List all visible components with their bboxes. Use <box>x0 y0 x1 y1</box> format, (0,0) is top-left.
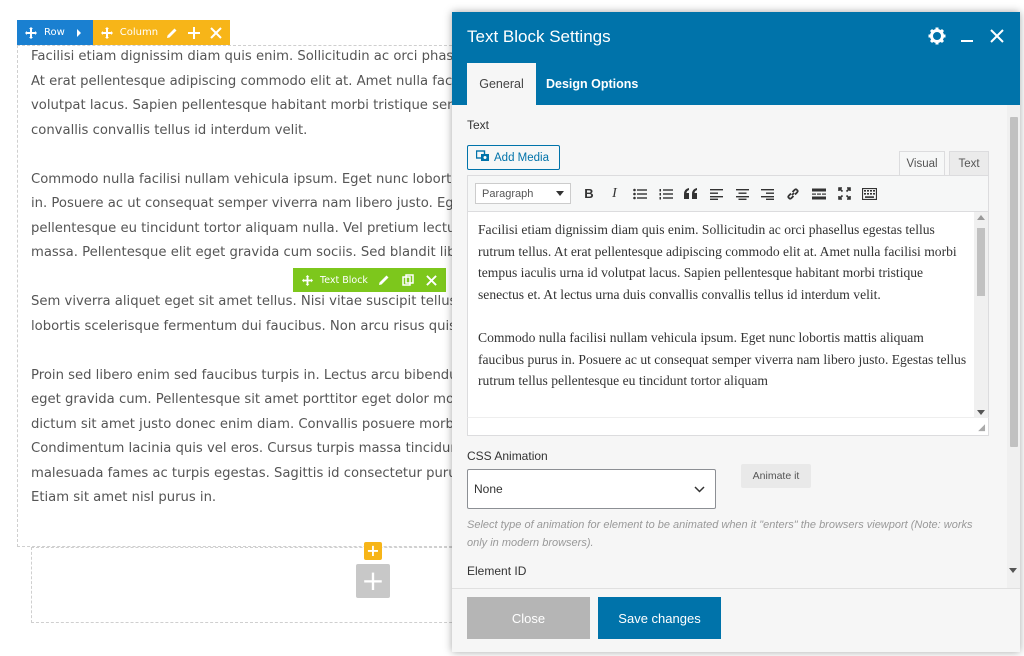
modal-scrollbar[interactable] <box>1007 105 1020 588</box>
pencil-icon[interactable] <box>164 25 180 41</box>
move-arrows-icon <box>23 25 39 41</box>
tab-visual[interactable]: Visual <box>899 151 945 175</box>
modal-header-icons <box>928 27 1006 45</box>
editor-paragraph: Facilisi etiam dignissim diam quis enim.… <box>478 222 957 302</box>
row-move-handle[interactable]: Row <box>23 25 65 41</box>
plus-icon[interactable] <box>186 25 202 41</box>
animation-help-text: Select type of animation for element to … <box>467 519 973 549</box>
page-scroll-down-arrow-icon[interactable] <box>1009 568 1017 573</box>
add-element-plus-icon[interactable]: + <box>356 564 390 598</box>
media-icon <box>475 149 490 166</box>
builder-text-line: Facilisi etiam dignissim diam quis enim.… <box>31 49 461 64</box>
format-select[interactable]: Paragraph <box>475 183 571 204</box>
align-center-icon[interactable] <box>730 182 754 206</box>
editor-toolbar: Paragraph B I <box>467 175 989 212</box>
builder-text-line: Commodo nulla facilisi nullam vehicula i… <box>31 171 461 187</box>
close-icon[interactable] <box>988 27 1006 45</box>
move-arrows-icon <box>99 25 115 41</box>
tab-text[interactable]: Text <box>949 151 989 175</box>
builder-text-line: Etiam sit amet nisl purus in. <box>31 490 217 505</box>
editor-scrollbar[interactable] <box>974 212 988 417</box>
builder-text-line: lobortis scelerisque fermentum dui fauci… <box>31 318 461 334</box>
fullscreen-icon[interactable] <box>832 182 856 206</box>
add-media-button[interactable]: Add Media <box>467 145 560 170</box>
text-block-label: Text Block <box>320 274 368 286</box>
add-media-label: Add Media <box>494 151 549 164</box>
minimize-icon[interactable] <box>958 27 976 45</box>
editor-content-area[interactable]: Facilisi etiam dignissim diam quis enim.… <box>467 211 989 418</box>
builder-text-line: malesuada fames ac turpis egestas. Sagit… <box>31 465 461 481</box>
builder-text-line: Condimentum lacinia quis vel eros. Cursu… <box>31 441 461 456</box>
builder-text-line: Sem viverra aliquet eget sit amet tellus… <box>31 294 461 309</box>
row-label: Row <box>44 27 65 38</box>
modal-scroll-thumb[interactable] <box>1010 117 1018 447</box>
tab-general[interactable]: General <box>467 63 536 105</box>
scroll-up-arrow-icon[interactable] <box>977 215 985 220</box>
builder-text-line: Proin sed libero enim sed faucibus turpi… <box>31 367 461 383</box>
builder-text-line: volutpat lacus. Sapien pellentesque habi… <box>31 98 461 113</box>
modal-body: Text Add Media Visual Text Paragraph B I <box>452 105 1007 588</box>
align-left-icon[interactable] <box>705 182 729 206</box>
format-select-value: Paragraph <box>482 187 534 200</box>
builder-paragraph: Commodo nulla facilisi nullam vehicula i… <box>31 168 461 266</box>
gear-icon[interactable] <box>928 27 946 45</box>
add-row-plus-icon[interactable]: + <box>364 542 382 560</box>
bullet-list-icon[interactable] <box>628 182 652 206</box>
builder-text-line: At erat pellentesque adipiscing commodo … <box>31 73 461 89</box>
add-element-zone <box>31 547 457 623</box>
text-block-move-handle[interactable]: Text Block <box>299 272 368 288</box>
row-controls[interactable]: Row <box>17 20 93 45</box>
builder-text-line: massa. Pellentesque elit eget gravida cu… <box>31 245 461 260</box>
tab-design-options[interactable]: Design Options <box>546 63 638 105</box>
caret-down-icon <box>556 190 564 196</box>
editor-paragraph: Commodo nulla facilisi nullam vehicula i… <box>478 330 967 388</box>
read-more-icon[interactable] <box>807 182 831 206</box>
resize-grip-icon[interactable]: ◢ <box>978 423 985 433</box>
bold-icon[interactable]: B <box>577 182 601 206</box>
css-animation-value: None <box>474 482 503 496</box>
builder-paragraph: Proin sed libero enim sed faucibus turpi… <box>31 364 461 511</box>
builder-paragraph: Sem viverra aliquet eget sit amet tellus… <box>31 290 461 339</box>
blockquote-icon[interactable] <box>679 182 703 206</box>
text-field-label: Text <box>467 118 490 132</box>
chevron-down-icon <box>694 485 705 493</box>
row-toggle-arrow-icon[interactable] <box>71 25 87 41</box>
column-move-handle[interactable]: Column <box>99 25 158 41</box>
close-icon[interactable] <box>208 25 224 41</box>
element-id-label: Element ID <box>467 564 527 578</box>
column-label: Column <box>119 27 159 38</box>
link-icon[interactable] <box>781 182 805 206</box>
pencil-icon[interactable] <box>376 272 392 288</box>
builder-text-line: convallis convallis tellus id interdum v… <box>31 122 308 138</box>
move-arrows-icon <box>299 272 315 288</box>
toolbar-toggle-icon[interactable] <box>858 182 882 206</box>
modal-footer: Close Save changes <box>452 588 1020 652</box>
builder-paragraph: Facilisi etiam dignissim diam quis enim.… <box>31 45 461 143</box>
animate-it-button[interactable]: Animate it <box>741 464 811 488</box>
text-block-settings-modal: Text Block Settings General Design Optio… <box>452 12 1020 652</box>
builder-text-line: eget gravida cum. Pellentesque sit amet … <box>31 392 461 407</box>
editor-statusbar: ◢ <box>467 417 989 436</box>
editor-scroll-thumb[interactable] <box>977 228 985 296</box>
builder-text-line: pellentesque eu tincidunt tortor aliquam… <box>31 220 461 236</box>
css-animation-label: CSS Animation <box>467 449 548 463</box>
align-right-icon[interactable] <box>756 182 780 206</box>
numbered-list-icon[interactable] <box>654 182 678 206</box>
modal-header: Text Block Settings General Design Optio… <box>452 12 1020 105</box>
builder-text-line: dictum sit amet justo donec enim diam. C… <box>31 416 461 432</box>
column-controls[interactable]: Column <box>92 20 231 45</box>
scroll-down-arrow-icon[interactable] <box>977 410 985 415</box>
close-button[interactable]: Close <box>467 597 590 639</box>
clone-icon[interactable] <box>400 272 416 288</box>
save-changes-button[interactable]: Save changes <box>598 597 721 639</box>
css-animation-select[interactable]: None <box>467 469 716 509</box>
row-column-toolbar: Row Column <box>17 20 231 45</box>
builder-text-line: in. Posuere ac ut consequat semper viver… <box>31 196 461 211</box>
text-block-toolbar[interactable]: Text Block <box>293 268 446 292</box>
close-icon[interactable] <box>424 272 440 288</box>
editor-text: Facilisi etiam dignissim diam quis enim.… <box>478 219 968 414</box>
modal-title: Text Block Settings <box>467 27 611 46</box>
italic-icon[interactable]: I <box>603 182 627 206</box>
